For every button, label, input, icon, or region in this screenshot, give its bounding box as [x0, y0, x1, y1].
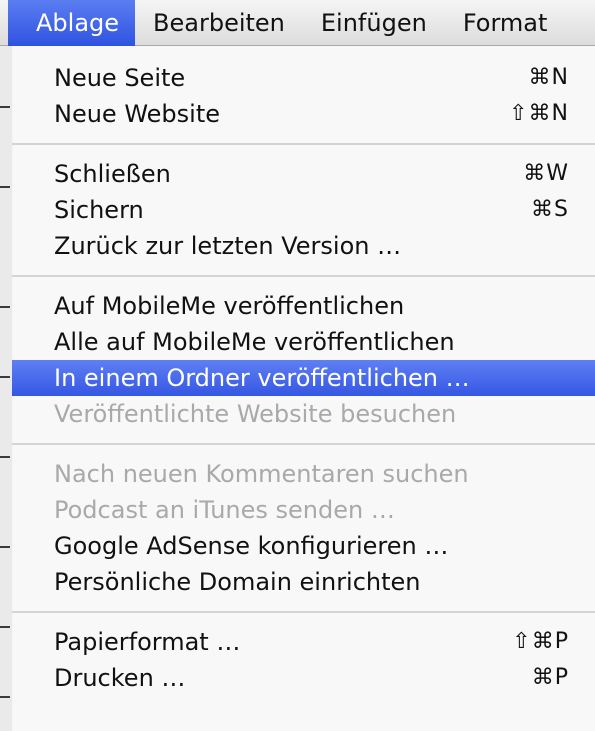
keyboard-shortcut: ⌘S — [531, 197, 569, 222]
edge-tick — [0, 306, 10, 308]
menu-bar-item-ablage[interactable]: Ablage — [8, 0, 136, 46]
menu-item-label: Schließen — [54, 160, 171, 188]
menu-separator — [12, 132, 595, 156]
menu-item-label: Nach neuen Kommentaren suchen — [54, 460, 469, 488]
menu-item-sichern[interactable]: Sichern ⌘S — [12, 192, 595, 228]
keyboard-shortcut: ⌘P — [531, 665, 569, 690]
menu-separator — [12, 600, 595, 624]
edge-tick — [0, 546, 10, 548]
menu-bar-item-bearbeiten[interactable]: Bearbeiten — [135, 0, 303, 46]
edge-tick — [0, 186, 10, 188]
menu-item-label: Persönliche Domain einrichten — [54, 568, 421, 596]
ablage-dropdown-menu: Neue Seite ⌘N Neue Website ⇧⌘N Schließen… — [12, 46, 595, 731]
menu-item-drucken[interactable]: Drucken … ⌘P — [12, 660, 595, 696]
menu-item-label: Veröffentlichte Website besuchen — [54, 400, 457, 428]
menu-item-label: Google AdSense konfigurieren … — [54, 532, 449, 560]
menu-item-label: Auf MobileMe veröffentlichen — [54, 292, 405, 320]
screenshot-stage: Ablage Bearbeiten Einfügen Format Neue S… — [0, 0, 595, 731]
menu-item-neue-website[interactable]: Neue Website ⇧⌘N — [12, 96, 595, 132]
menu-item-schliessen[interactable]: Schließen ⌘W — [12, 156, 595, 192]
menu-item-label: Sichern — [54, 196, 144, 224]
edge-tick — [0, 456, 10, 458]
menu-item-papierformat[interactable]: Papierformat … ⇧⌘P — [12, 624, 595, 660]
edge-tick — [0, 106, 10, 108]
menu-item-label: Drucken … — [54, 664, 186, 692]
menu-item-label: Podcast an iTunes senden … — [54, 496, 395, 524]
menu-item-label: In einem Ordner veröffentlichen … — [54, 364, 470, 392]
edge-tick — [0, 696, 10, 698]
menu-separator — [12, 264, 595, 288]
menu-item-in-ordner-veroeffentlichen[interactable]: In einem Ordner veröffentlichen … — [12, 360, 595, 396]
menu-bar: Ablage Bearbeiten Einfügen Format — [0, 0, 595, 46]
menu-item-google-adsense[interactable]: Google AdSense konfigurieren … — [12, 528, 595, 564]
keyboard-shortcut: ⌘N — [528, 65, 569, 90]
menu-item-persoenliche-domain[interactable]: Persönliche Domain einrichten — [12, 564, 595, 600]
menu-item-label: Neue Website — [54, 100, 220, 128]
edge-tick — [0, 376, 10, 378]
menu-item-website-besuchen: Veröffentlichte Website besuchen — [12, 396, 595, 432]
menu-item-zurueck-zur-letzten-version[interactable]: Zurück zur letzten Version … — [12, 228, 595, 264]
keyboard-shortcut: ⇧⌘P — [512, 629, 569, 654]
menu-separator — [12, 432, 595, 456]
keyboard-shortcut: ⇧⌘N — [509, 101, 569, 126]
keyboard-shortcut: ⌘W — [523, 161, 569, 186]
menu-item-label: Neue Seite — [54, 64, 186, 92]
menu-item-podcast-an-itunes: Podcast an iTunes senden … — [12, 492, 595, 528]
menu-bar-item-format[interactable]: Format — [445, 0, 566, 46]
menu-item-neue-seite[interactable]: Neue Seite ⌘N — [12, 60, 595, 96]
menu-item-auf-mobileme-veroeffentlichen[interactable]: Auf MobileMe veröffentlichen — [12, 288, 595, 324]
menu-item-label: Alle auf MobileMe veröffentlichen — [54, 328, 455, 356]
menu-item-kommentare-suchen: Nach neuen Kommentaren suchen — [12, 456, 595, 492]
edge-tick — [0, 626, 10, 628]
menu-bar-item-einfuegen[interactable]: Einfügen — [303, 0, 445, 46]
menu-item-label: Papierformat … — [54, 628, 241, 656]
menu-item-alle-auf-mobileme-veroeffentlichen[interactable]: Alle auf MobileMe veröffentlichen — [12, 324, 595, 360]
menu-item-label: Zurück zur letzten Version … — [54, 232, 402, 260]
